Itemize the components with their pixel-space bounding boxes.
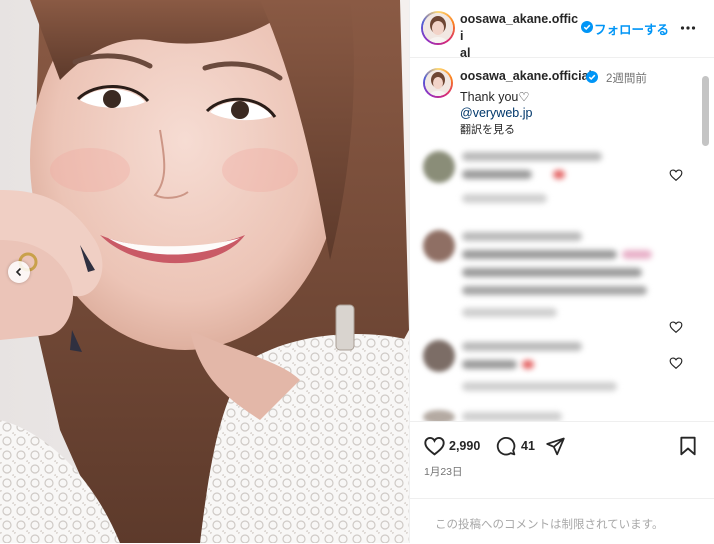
- comment-item: [410, 226, 714, 334]
- verified-badge-icon: [581, 20, 593, 38]
- more-options-icon[interactable]: [680, 20, 696, 41]
- comment-item: [410, 146, 714, 216]
- comments-restricted-notice: この投稿へのコメントは制限されています。: [435, 519, 664, 531]
- post-date[interactable]: 1月23日: [424, 464, 463, 479]
- post-actions: 2,990 41 1月23日: [410, 421, 714, 502]
- likes-count[interactable]: 2,990: [449, 439, 480, 453]
- comment-bubble-icon[interactable]: [496, 436, 516, 461]
- translate-link[interactable]: 翻訳を見る: [460, 121, 515, 137]
- caption-text: Thank you♡: [460, 90, 530, 104]
- blurred-meta: [462, 382, 617, 391]
- caption-username[interactable]: oosawa_akane.official: [460, 69, 592, 83]
- header-username[interactable]: oosawa_akane.offici al: [460, 11, 580, 62]
- comment-avatar[interactable]: [423, 410, 455, 421]
- comment-avatar[interactable]: [423, 151, 455, 183]
- carousel-prev-button[interactable]: [8, 261, 30, 283]
- comments-list: oosawa_akane.official 2週間前 Thank you♡ @v…: [410, 58, 714, 421]
- header-username-line1: oosawa_akane.offici: [460, 12, 579, 43]
- blurred-text: [462, 360, 517, 369]
- bookmark-save-icon[interactable]: [679, 436, 697, 461]
- comment-avatar[interactable]: [423, 230, 455, 262]
- post-side-panel: oosawa_akane.offici al フォローする oosawa_aka…: [409, 0, 714, 543]
- comment-like-icon[interactable]: [669, 168, 683, 187]
- portrait-image: [0, 0, 409, 543]
- caption-timestamp[interactable]: 2週間前: [606, 70, 647, 86]
- post-photo: [0, 0, 409, 543]
- verified-badge-icon: [586, 70, 598, 88]
- header-avatar[interactable]: [421, 11, 455, 45]
- blurred-text: [462, 268, 642, 277]
- follow-button[interactable]: フォローする: [594, 19, 669, 38]
- blurred-emoji: [522, 360, 534, 369]
- comment-item: [410, 408, 714, 421]
- share-send-icon[interactable]: [545, 436, 566, 461]
- comments-restricted-footer: この投稿へのコメントは制限されています。: [410, 498, 714, 544]
- avatar-image: [425, 70, 451, 96]
- blurred-username: [462, 232, 582, 241]
- blurred-text: [462, 250, 617, 259]
- blurred-text: [462, 170, 532, 179]
- blurred-text: [462, 286, 647, 295]
- caption-mention-link[interactable]: @veryweb.jp: [460, 106, 532, 120]
- blurred-username: [462, 342, 582, 351]
- caption-avatar[interactable]: [423, 68, 453, 98]
- comment-like-icon[interactable]: [669, 356, 683, 375]
- blurred-username: [462, 152, 602, 161]
- blurred-meta: [462, 308, 557, 317]
- blurred-meta: [462, 194, 547, 203]
- blurred-emoji: [622, 250, 652, 259]
- avatar-image: [423, 13, 453, 43]
- post-header: oosawa_akane.offici al フォローする: [410, 0, 714, 60]
- comment-avatar[interactable]: [423, 340, 455, 372]
- comments-count[interactable]: 41: [521, 439, 535, 453]
- comment-item: [410, 336, 714, 406]
- like-heart-icon[interactable]: [424, 436, 445, 461]
- blurred-emoji: [553, 170, 565, 179]
- blurred-username: [462, 412, 562, 421]
- scrollbar-thumb[interactable]: [702, 76, 709, 146]
- chevron-left-icon: [15, 267, 22, 277]
